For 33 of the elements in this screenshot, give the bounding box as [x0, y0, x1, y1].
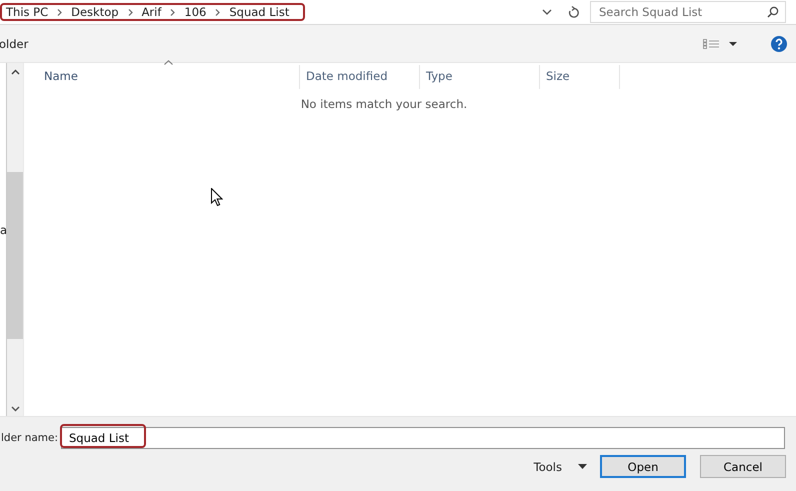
dialog-button[interactable]: Open — [600, 455, 686, 478]
refresh-icon[interactable] — [568, 6, 580, 18]
empty-message: No items match your search. — [300, 97, 468, 111]
nav-item[interactable]: a — [0, 223, 8, 237]
chevron-icon — [215, 8, 220, 16]
breadcrumb[interactable]: This PC — [6, 5, 48, 19]
search-icon — [767, 6, 779, 18]
scroll-down-icon[interactable] — [10, 406, 20, 412]
breadcrumb[interactable]: Squad List — [229, 5, 290, 19]
breadcrumb[interactable]: Arif — [142, 5, 162, 19]
breadcrumb[interactable]: Desktop — [71, 5, 119, 19]
tools-menu[interactable]: Tools — [534, 460, 562, 474]
dialog-button[interactable]: Cancel — [700, 455, 786, 478]
breadcrumb[interactable]: 106 — [184, 5, 206, 19]
scrollbar[interactable] — [7, 63, 24, 416]
chevron-icon — [170, 8, 176, 16]
caret-icon[interactable] — [578, 464, 587, 469]
chevron-icon — [128, 8, 133, 16]
field-label: lder name: — [1, 432, 60, 444]
column-header[interactable]: Date modified — [300, 65, 420, 89]
view-options-icon[interactable] — [703, 38, 737, 48]
column-header[interactable]: Size — [540, 65, 620, 89]
new-folder-button[interactable]: older — [0, 36, 28, 50]
mouse-pointer-icon — [211, 188, 223, 207]
chevron-icon — [57, 8, 62, 16]
address-bar[interactable]: This PC Desktop Arif 106 Squad List — [0, 0, 562, 24]
help-icon[interactable] — [771, 36, 787, 52]
search-field[interactable]: Search Squad List — [590, 1, 786, 23]
column-header[interactable]: Name — [24, 65, 300, 89]
scroll-up-icon[interactable] — [10, 69, 20, 75]
column-header[interactable]: Type — [420, 65, 540, 89]
folder-name-field[interactable]: Squad List — [61, 427, 785, 449]
dropdown-icon[interactable] — [542, 9, 552, 15]
